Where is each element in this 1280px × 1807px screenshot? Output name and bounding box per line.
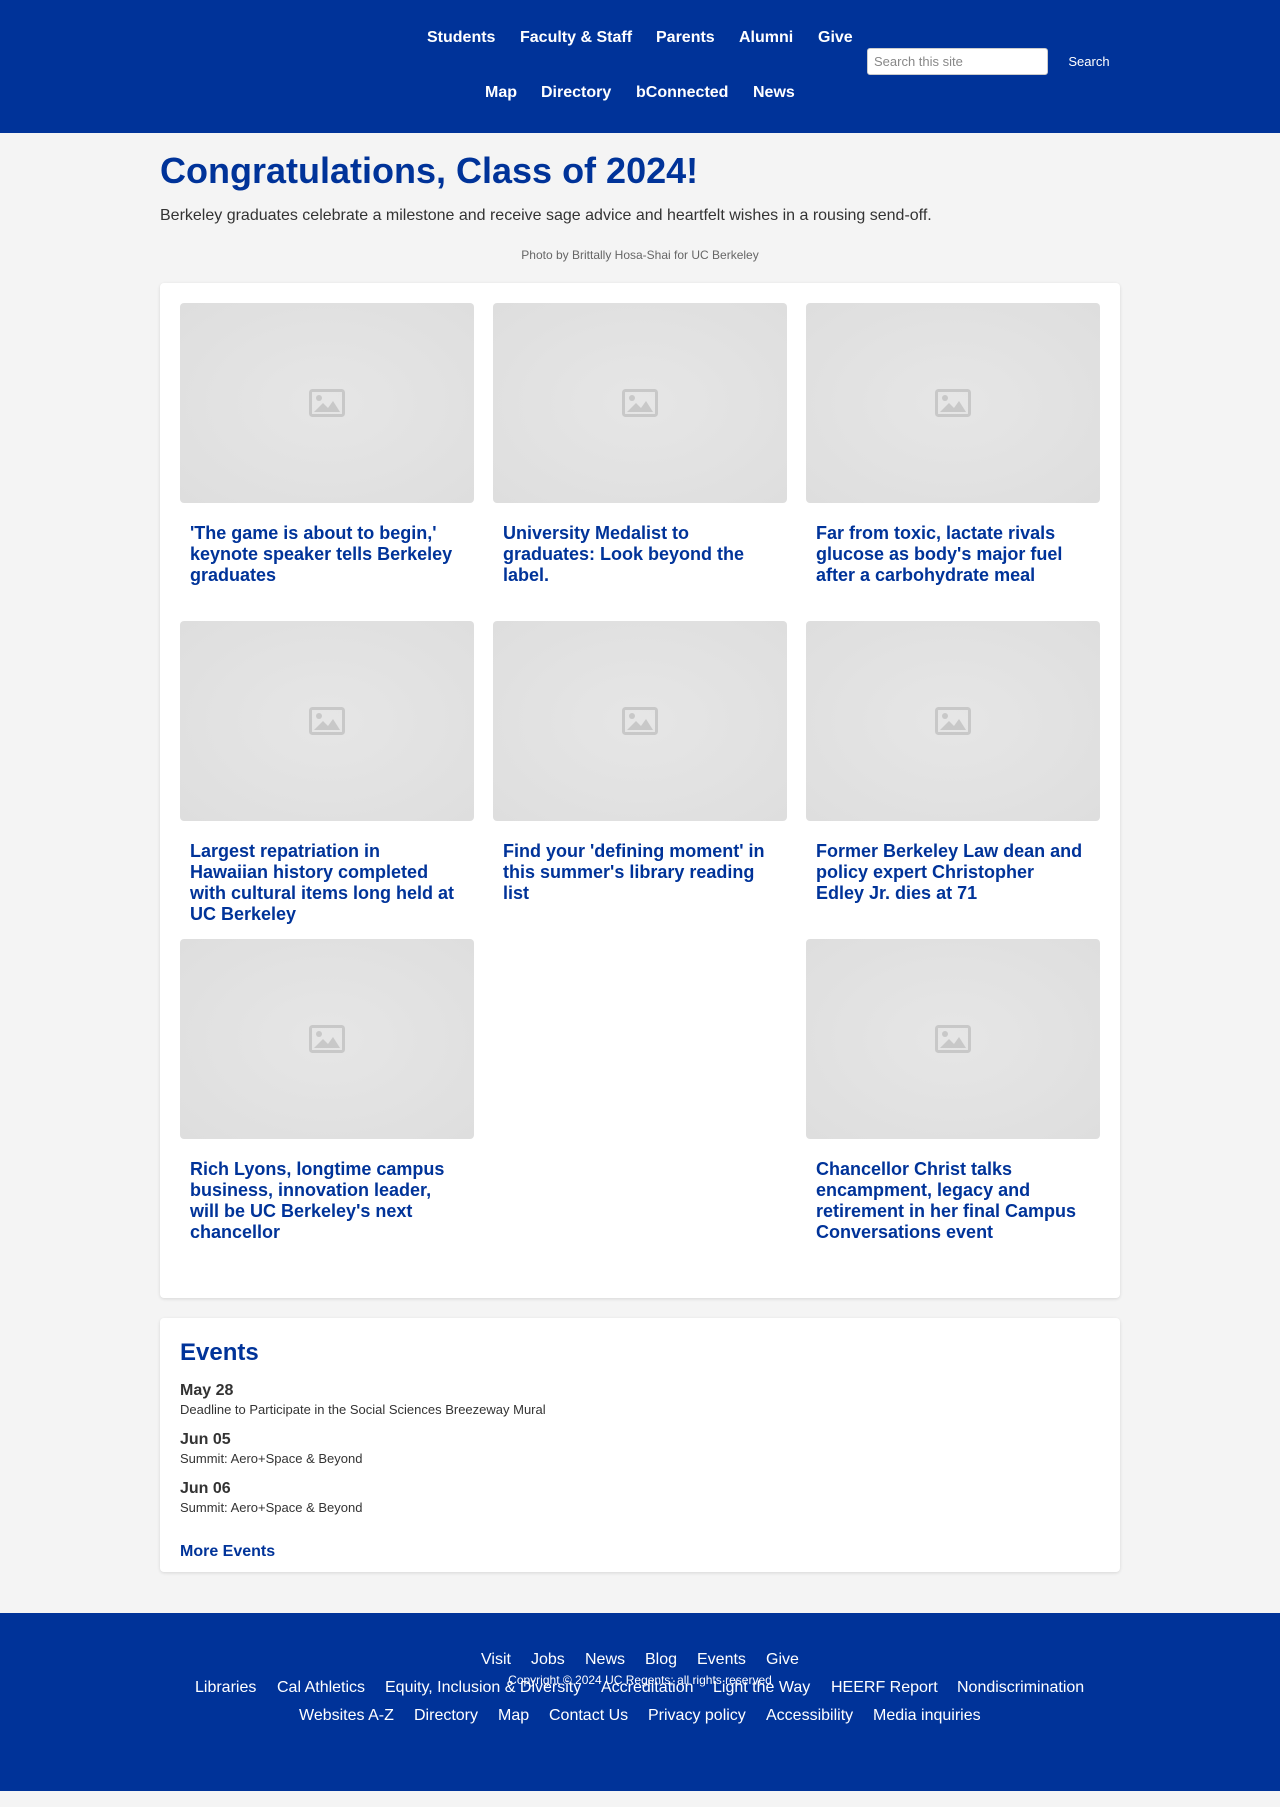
event-item: May 28 Deadline to Participate in the So… bbox=[180, 1381, 1080, 1418]
search-button[interactable]: Search bbox=[1057, 48, 1121, 75]
news-card: Chancellor Christ talks encampment, lega… bbox=[806, 939, 1100, 1242]
page-title: Congratulations, Class of 2024! bbox=[160, 150, 699, 191]
footer-links-row: Visit Jobs News Blog Events Give bbox=[0, 1651, 1280, 1671]
news-card-image[interactable] bbox=[180, 303, 474, 503]
news-card-title[interactable]: Former Berkeley Law dean and policy expe… bbox=[816, 841, 1086, 904]
news-card-image[interactable] bbox=[806, 303, 1100, 503]
news-card-image[interactable] bbox=[806, 939, 1100, 1139]
news-card: Former Berkeley Law dean and policy expe… bbox=[806, 621, 1100, 903]
event-item: Jun 06 Summit: Aero+Space & Beyond bbox=[180, 1479, 1080, 1516]
footer-link-contact-us[interactable]: Contact Us bbox=[549, 1707, 628, 1725]
footer-link-accessibility[interactable]: Accessibility bbox=[766, 1707, 853, 1725]
nav-link-directory[interactable]: Directory bbox=[541, 84, 611, 102]
news-card-title[interactable]: Largest repatriation in Hawaiian history… bbox=[190, 841, 460, 925]
image-placeholder-icon bbox=[309, 389, 345, 417]
image-placeholder-icon bbox=[622, 389, 658, 417]
footer-link-visit[interactable]: Visit bbox=[481, 1651, 511, 1669]
footer-link-news[interactable]: News bbox=[585, 1651, 625, 1669]
news-grid: 'The game is about to begin,' keynote sp… bbox=[160, 283, 1120, 1298]
event-title: Deadline to Participate in the Social Sc… bbox=[180, 1402, 546, 1417]
news-card: University Medalist to graduates: Look b… bbox=[493, 303, 787, 585]
image-placeholder-icon bbox=[309, 707, 345, 735]
footer-links-row: Websites A-Z Directory Map Contact Us Pr… bbox=[0, 1707, 1280, 1727]
footer-link-websites-a-z[interactable]: Websites A-Z bbox=[299, 1707, 394, 1725]
site-footer: Visit Jobs News Blog Events Give Librari… bbox=[0, 1613, 1280, 1791]
news-card-image[interactable] bbox=[180, 939, 474, 1139]
events-heading: Events bbox=[180, 1339, 259, 1366]
site-header: Students Faculty & Staff Parents Alumni … bbox=[0, 0, 1280, 133]
footer-link-give[interactable]: Give bbox=[766, 1651, 799, 1669]
news-card-image[interactable] bbox=[493, 303, 787, 503]
nav-link-students[interactable]: Students bbox=[427, 29, 495, 47]
image-placeholder-icon bbox=[935, 707, 971, 735]
image-placeholder-icon bbox=[935, 389, 971, 417]
image-placeholder-icon bbox=[309, 1025, 345, 1053]
footer-link-events[interactable]: Events bbox=[697, 1651, 746, 1669]
footer-link-map[interactable]: Map bbox=[498, 1707, 529, 1725]
more-events-link[interactable]: More Events bbox=[180, 1543, 275, 1561]
news-card-title[interactable]: Find your 'defining moment' in this summ… bbox=[503, 841, 773, 904]
footer-link-blog[interactable]: Blog bbox=[645, 1651, 677, 1669]
news-card-image[interactable] bbox=[806, 621, 1100, 821]
secondary-nav: Map Directory bConnected News bbox=[0, 84, 900, 104]
event-date: Jun 06 bbox=[180, 1480, 231, 1497]
news-card-title[interactable]: University Medalist to graduates: Look b… bbox=[503, 523, 773, 586]
nav-link-parents[interactable]: Parents bbox=[656, 29, 715, 47]
nav-link-alumni[interactable]: Alumni bbox=[739, 29, 793, 47]
footer-link-directory[interactable]: Directory bbox=[414, 1707, 478, 1725]
news-card: Find your 'defining moment' in this summ… bbox=[493, 621, 787, 903]
footer-link-jobs[interactable]: Jobs bbox=[531, 1651, 565, 1669]
news-card: Rich Lyons, longtime campus business, in… bbox=[180, 939, 474, 1242]
event-date: May 28 bbox=[180, 1382, 234, 1399]
event-title: Summit: Aero+Space & Beyond bbox=[180, 1451, 363, 1466]
news-card: Largest repatriation in Hawaiian history… bbox=[180, 621, 474, 924]
hero-subtitle: Berkeley graduates celebrate a milestone… bbox=[160, 207, 932, 224]
news-card: Far from toxic, lactate rivals glucose a… bbox=[806, 303, 1100, 585]
image-placeholder-icon bbox=[622, 707, 658, 735]
news-card-title[interactable]: Rich Lyons, longtime campus business, in… bbox=[190, 1159, 460, 1243]
news-card-image[interactable] bbox=[493, 621, 787, 821]
copyright: Copyright © 2024 UC Regents; all rights … bbox=[508, 1673, 772, 1687]
footer-link-privacy-policy[interactable]: Privacy policy bbox=[648, 1707, 746, 1725]
news-card-title[interactable]: Chancellor Christ talks encampment, lega… bbox=[816, 1159, 1086, 1243]
news-card-title[interactable]: Far from toxic, lactate rivals glucose a… bbox=[816, 523, 1086, 586]
primary-nav: Students Faculty & Staff Parents Alumni … bbox=[0, 29, 900, 49]
news-card-title[interactable]: 'The game is about to begin,' keynote sp… bbox=[190, 523, 460, 586]
nav-link-faculty-staff[interactable]: Faculty & Staff bbox=[520, 29, 632, 47]
search-input[interactable] bbox=[867, 48, 1048, 75]
photo-credit: Photo by Brittally Hosa-Shai for UC Berk… bbox=[521, 248, 759, 262]
event-title: Summit: Aero+Space & Beyond bbox=[180, 1500, 363, 1515]
nav-link-news[interactable]: News bbox=[753, 84, 795, 102]
event-item: Jun 05 Summit: Aero+Space & Beyond bbox=[180, 1430, 1080, 1467]
news-card: 'The game is about to begin,' keynote sp… bbox=[180, 303, 474, 585]
nav-link-map[interactable]: Map bbox=[485, 84, 517, 102]
event-date: Jun 05 bbox=[180, 1431, 231, 1448]
events-panel: Events May 28 Deadline to Participate in… bbox=[160, 1318, 1120, 1572]
nav-link-give[interactable]: Give bbox=[818, 29, 853, 47]
nav-link-bconnected[interactable]: bConnected bbox=[636, 84, 728, 102]
footer-link-media-inquiries[interactable]: Media inquiries bbox=[873, 1707, 981, 1725]
news-card-image[interactable] bbox=[180, 621, 474, 821]
image-placeholder-icon bbox=[935, 1025, 971, 1053]
